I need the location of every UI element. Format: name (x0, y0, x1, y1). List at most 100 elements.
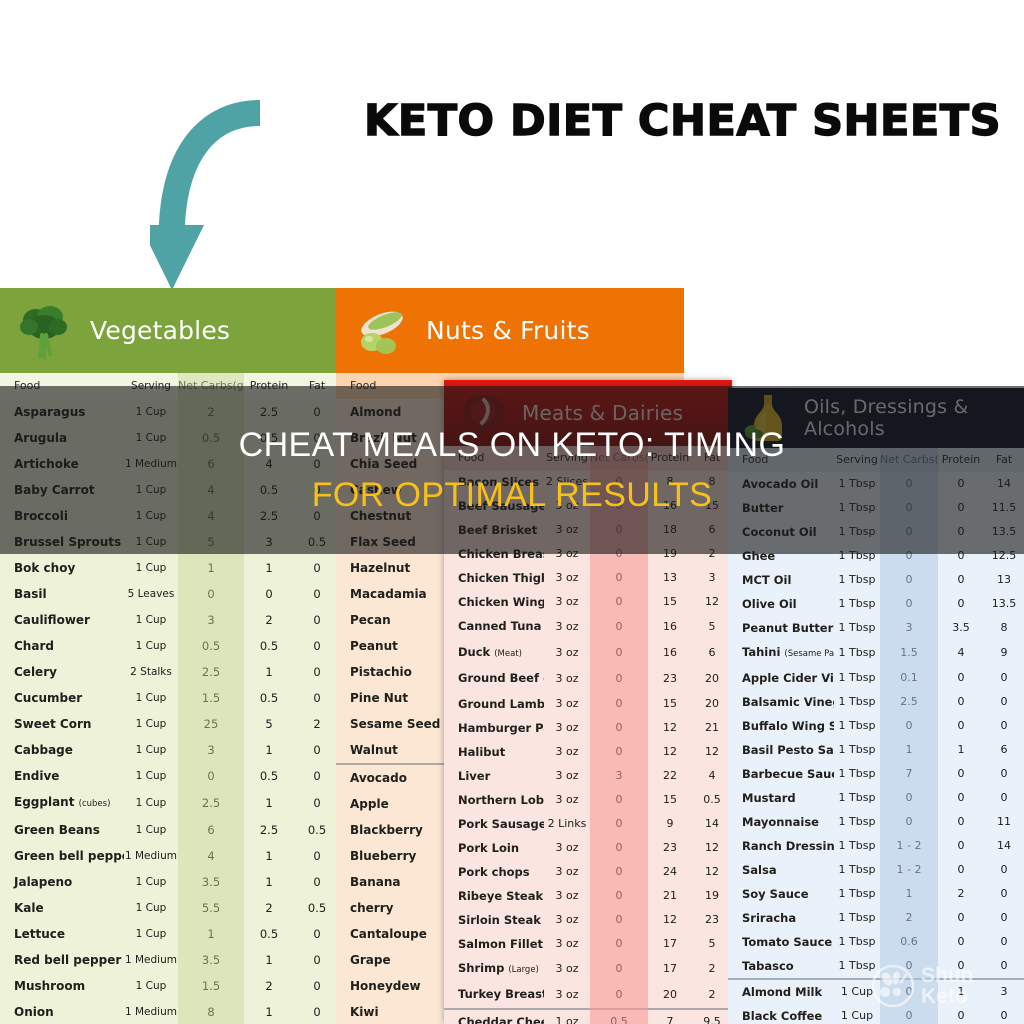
cell-food: Canned Tuna (In Oil) (458, 619, 544, 633)
cell-fat: 0 (313, 587, 321, 601)
table-row: Soy Sauce1 Tbsp120 (728, 882, 1024, 906)
cell-protein: 0.5 (259, 927, 279, 941)
cell-protein: 1 (265, 796, 273, 810)
table-row: Pork Sausage2 Links0914 (444, 812, 732, 836)
cell-protein: 0 (957, 863, 965, 876)
cell-fat: 0 (313, 927, 321, 941)
table-row: Liver3 oz3224 (444, 764, 732, 788)
table-row: Shrimp (Large)3 oz0172 (444, 956, 732, 982)
cell-food: Pork Sausage (458, 817, 544, 831)
cell-fat: 0 (313, 691, 321, 705)
cell-food: Ground Beef (80/20) (444, 666, 544, 692)
cell-serving: 3 oz (555, 646, 579, 659)
cell-serving: 3 oz (555, 889, 579, 902)
cell-fat: 0 (1000, 935, 1008, 948)
cell-fat: 13.5 (991, 597, 1017, 610)
cell-serving: 1 Cup (135, 928, 167, 940)
table-row: Barbecue Sauce1 Tbsp700 (728, 762, 1024, 786)
cell-protein: 1 (265, 953, 273, 967)
cell-food: Sirloin Steak (458, 913, 541, 927)
table-row: Endive 1 Cup 0 0.5 0 (0, 763, 340, 789)
cell-protein: 5 (265, 717, 273, 731)
vegetables-title: Vegetables (90, 316, 231, 345)
table-row: Balsamic Vinegar1 Tbsp2.500 (728, 690, 1024, 714)
table-row: Canned Tuna (In Oil)3 oz0165 (444, 614, 732, 640)
cell-serving: 1 Tbsp (838, 911, 876, 924)
cell-fat: 9 (1000, 646, 1008, 659)
cell-fat: 0 (1000, 863, 1008, 876)
watermark: Shun Keto (872, 958, 1022, 1014)
cell-fat: 0 (1000, 695, 1008, 708)
table-row: Salmon Fillet3 oz0175 (444, 932, 732, 956)
cell-food: Northern Lobster (458, 793, 544, 807)
cell-protein: 9 (666, 817, 674, 830)
cell-serving: 1 Medium (124, 850, 177, 862)
cell-food: Chard (14, 639, 54, 653)
cell-protein: 16 (663, 646, 677, 659)
cell-food: Tabasco (742, 959, 794, 973)
table-row: Hamburger Patty3 oz01221 (444, 716, 732, 740)
cell-serving: 1 Cup (135, 797, 167, 809)
table-row: Northern Lobster3 oz0150.5 (444, 788, 732, 812)
cell-food: Tahini (Sesame Paste) (728, 640, 834, 666)
vegetables-header: Vegetables (0, 288, 340, 373)
table-row: Ranch Dressing1 Tbsp1 - 2014 (728, 834, 1024, 858)
table-row: Sriracha1 Tbsp200 (728, 906, 1024, 930)
cell-protein: 12 (663, 745, 677, 758)
cell-food-note: (cubes) (78, 799, 111, 809)
cell-serving: 3 oz (555, 988, 579, 1001)
cell-fat: 0 (313, 849, 321, 863)
table-row: Cauliflower 1 Cup 3 2 0 (0, 607, 340, 633)
cell-serving: 3 oz (555, 865, 579, 878)
cell-protein: 0 (957, 839, 965, 852)
cell-serving: 1 Cup (135, 876, 167, 888)
cell-food: Cantaloupe (350, 927, 427, 941)
table-row: Pork Loin3 oz02312 (444, 836, 732, 860)
cell-protein: 0 (957, 695, 965, 708)
watermark-text: Shun Keto (921, 965, 974, 1007)
cell-protein: 0 (957, 671, 965, 684)
cell-fat: 6 (708, 646, 716, 659)
table-row: Lettuce 1 Cup 1 0.5 0 (0, 921, 340, 947)
cell-food: Ribeye Steak (458, 889, 544, 903)
cell-protein: 17 (663, 937, 677, 950)
cell-fat: 0 (313, 769, 321, 783)
cell-protein: 20 (663, 988, 677, 1001)
caption-overlay-text: CHEAT MEALS ON KETO: TIMING FOR OPTIMAL … (0, 386, 1024, 554)
table-row: Salsa1 Tbsp1 - 200 (728, 858, 1024, 882)
cell-serving: 3 oz (555, 841, 579, 854)
cell-fat: 12 (705, 745, 719, 758)
cell-serving: 1 Tbsp (838, 719, 876, 732)
cell-protein: 13 (663, 571, 677, 584)
table-row: Green Beans 1 Cup 6 2.5 0.5 (0, 817, 340, 843)
cell-fat: 0 (313, 796, 321, 810)
cell-serving: 3 oz (555, 620, 579, 633)
cell-food: Mustard (742, 791, 796, 805)
cell-food: Cauliflower (14, 613, 90, 627)
cell-fat: 0 (313, 875, 321, 889)
cell-food: Halibut (458, 745, 506, 759)
cell-protein: 21 (663, 889, 677, 902)
cell-food: Sesame Seed (350, 717, 441, 731)
cell-fat: 0 (313, 979, 321, 993)
cell-protein: 1 (265, 743, 273, 757)
cell-food: Barbecue Sauce (742, 767, 834, 781)
cell-fat: 2 (708, 962, 716, 975)
watermark-line-1: Shun (921, 964, 974, 987)
cell-food: cherry (350, 901, 394, 915)
cell-serving: 1 Tbsp (838, 695, 876, 708)
cell-fat: 0.5 (703, 793, 721, 806)
cell-food: Buffalo Wing Sauce (742, 719, 834, 733)
cell-fat: 0.5 (307, 901, 327, 915)
cell-food: Pine Nut (350, 691, 409, 705)
cell-fat: 12 (705, 841, 719, 854)
cell-serving: 1 Tbsp (838, 935, 876, 948)
cell-protein: 24 (663, 865, 677, 878)
cell-food: Honeydew (350, 979, 421, 993)
table-row: Apple Cider Vinegar1 Tbsp0.100 (728, 666, 1024, 690)
cell-serving: 1 Cup (135, 902, 167, 914)
cell-serving: 3 oz (555, 571, 579, 584)
cell-food: Pistachio (350, 665, 412, 679)
cell-protein: 17 (663, 962, 677, 975)
cell-food: Tomato Sauce (742, 935, 833, 949)
